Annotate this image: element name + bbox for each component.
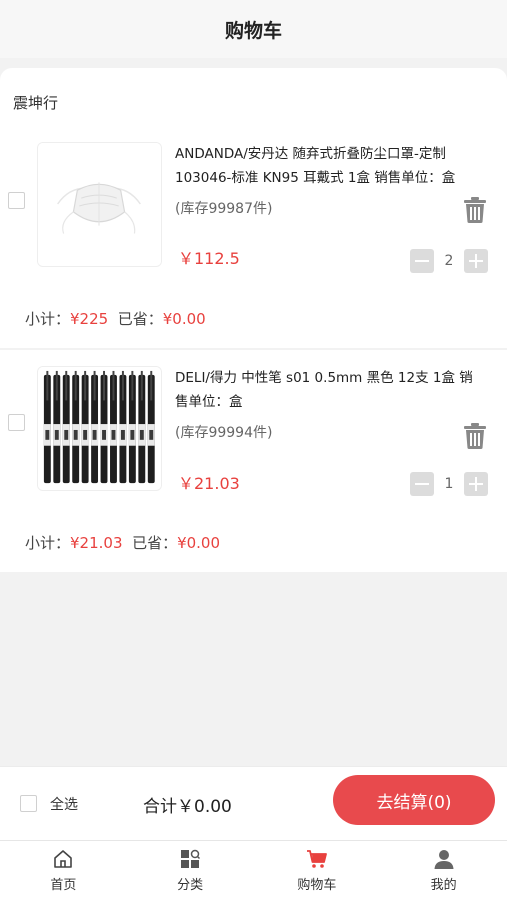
checkout-bar: 全选 合计￥0.00 去结算(0) — [0, 766, 507, 840]
tab-label: 分类 — [177, 878, 204, 893]
tab-home[interactable]: 首页 — [0, 841, 127, 900]
subtotal-label: 小计： — [25, 310, 71, 328]
saved-value: ¥0.00 — [162, 310, 206, 328]
decrease-button[interactable] — [410, 249, 434, 273]
item-stock: (库存99994件) — [175, 425, 273, 441]
home-icon — [54, 850, 73, 868]
select-all-checkbox[interactable] — [20, 795, 37, 812]
trash-icon[interactable] — [462, 422, 488, 450]
tab-profile[interactable]: 我的 — [380, 841, 507, 900]
item-checkbox[interactable] — [8, 414, 25, 431]
select-all-label[interactable]: 全选 — [50, 794, 78, 814]
increase-button[interactable] — [464, 249, 488, 273]
tab-label: 首页 — [50, 878, 77, 893]
page-title: 购物车 — [224, 19, 282, 42]
cart-item: ANDANDA/安丹达 随弃式折叠防尘口罩-定制103046-标准 KN95 耳… — [0, 130, 507, 352]
saved-label: 已省： — [132, 534, 178, 552]
trash-icon[interactable] — [462, 196, 488, 224]
subtotal-label: 小计： — [25, 534, 71, 552]
header: 购物车 — [0, 0, 507, 58]
store-name: 震坤行 — [13, 94, 59, 112]
face-mask-image — [37, 142, 162, 267]
tab-cart[interactable]: 购物车 — [254, 841, 381, 900]
item-stock: (库存99987件) — [175, 201, 273, 217]
tab-bar: 首页 分类 购物车 我的 — [0, 840, 507, 900]
quantity-value[interactable]: 1 — [434, 476, 464, 492]
tab-label: 我的 — [430, 878, 457, 893]
cart-icon — [306, 850, 327, 868]
tab-category[interactable]: 分类 — [127, 841, 254, 900]
saved-value: ¥0.00 — [177, 534, 221, 552]
item-checkbox[interactable] — [8, 192, 25, 209]
subtotal-value: ¥21.03 — [70, 534, 123, 552]
item-price: ￥112.5 — [178, 249, 240, 268]
tab-label: 购物车 — [297, 878, 337, 893]
checkout-button[interactable]: 去结算(0) — [333, 775, 495, 825]
subtotal-value: ¥225 — [70, 310, 109, 328]
pens-image — [37, 366, 162, 491]
quantity-stepper: 1 — [410, 472, 488, 496]
item-price: ￥21.03 — [178, 474, 240, 493]
total-amount: 合计￥0.00 — [143, 797, 232, 817]
cart-item: DELI/得力 中性笔 s01 0.5mm 黑色 12支 1盒 销售单位：盒 (… — [0, 350, 507, 572]
item-title[interactable]: ANDANDA/安丹达 随弃式折叠防尘口罩-定制103046-标准 KN95 耳… — [175, 142, 485, 190]
user-icon — [434, 850, 454, 869]
item-subtotal: 小计：¥225 已省：¥0.00 — [25, 308, 206, 329]
store-card: 震坤行 ANDANDA/安丹达 随弃式折叠防尘口罩-定制103046-标准 KN… — [0, 68, 507, 572]
item-title[interactable]: DELI/得力 中性笔 s01 0.5mm 黑色 12支 1盒 销售单位：盒 — [175, 366, 485, 414]
category-icon — [181, 849, 201, 868]
quantity-stepper: 2 — [410, 249, 488, 273]
increase-button[interactable] — [464, 472, 488, 496]
saved-label: 已省： — [117, 310, 163, 328]
item-subtotal: 小计：¥21.03 已省：¥0.00 — [25, 532, 220, 553]
decrease-button[interactable] — [410, 472, 434, 496]
quantity-value[interactable]: 2 — [434, 253, 464, 269]
